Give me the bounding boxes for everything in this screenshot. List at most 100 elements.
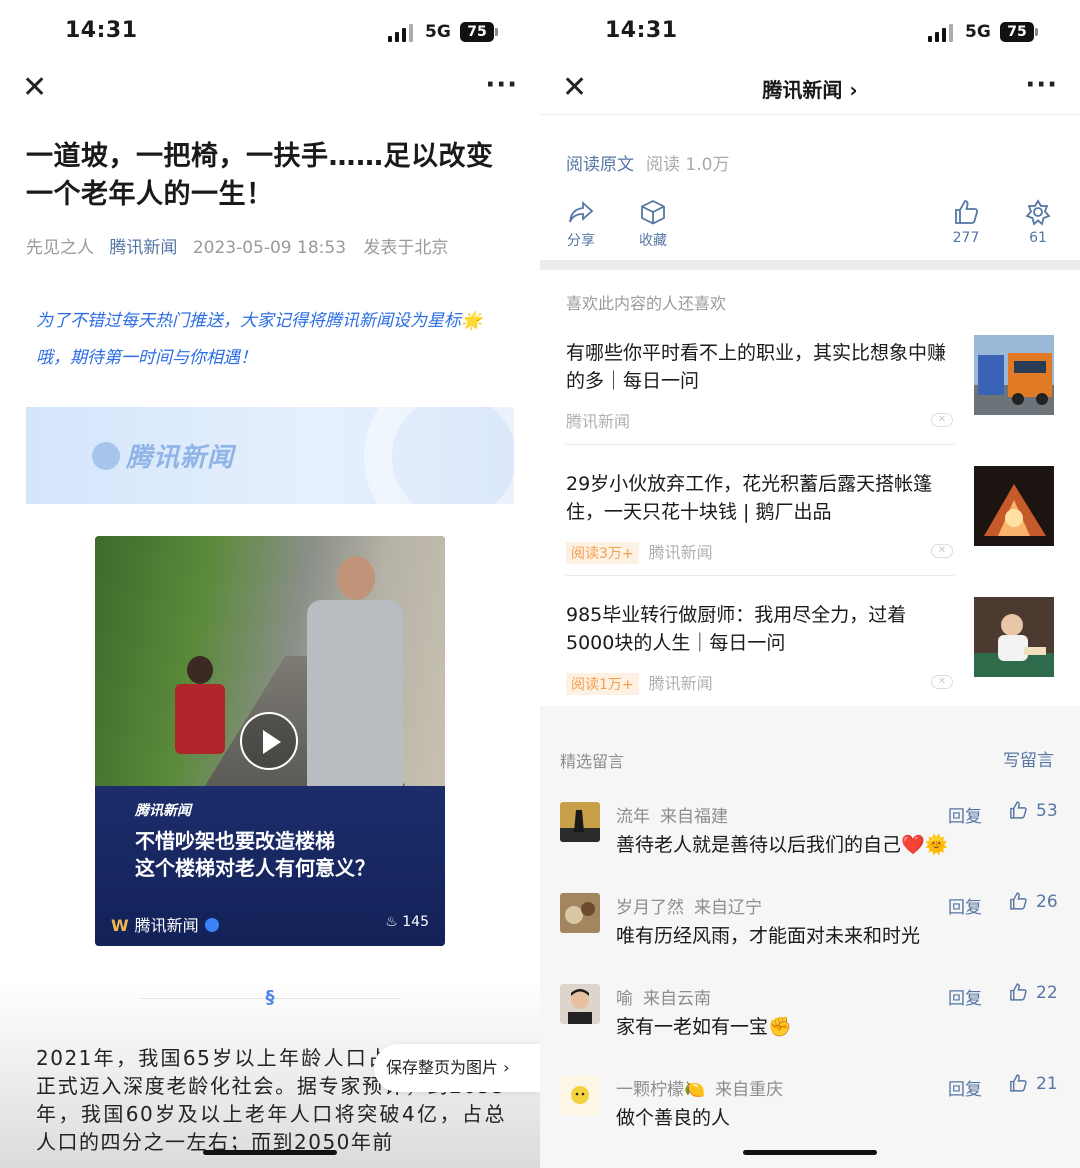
- share-button[interactable]: 分享: [551, 198, 611, 250]
- thumbs-up-icon: [1010, 983, 1027, 1001]
- video-headline: 不惜吵架也要改造楼梯 这个楼梯对老人有何意义？: [135, 829, 375, 880]
- comment-item: 岁月了然 来自辽宁 唯有历经风雨，才能面对未来和时光 回复 26: [560, 891, 1060, 973]
- tent-thumbnail: [974, 466, 1054, 546]
- author-name[interactable]: 先见之人: [26, 238, 94, 258]
- reply-button[interactable]: 回复: [948, 984, 982, 1009]
- recommend-footer: 阅读3万+ 腾讯新闻: [566, 539, 713, 564]
- publish-location: 发表于北京: [363, 238, 449, 258]
- reply-button[interactable]: 回复: [948, 802, 982, 827]
- recommend-header: 喜欢此内容的人还喜欢: [566, 294, 727, 313]
- dismiss-icon[interactable]: ✕: [931, 675, 953, 689]
- comment-item: 喻来自云南 家有一老如有一宝✊ 回复 22: [560, 982, 1060, 1064]
- comment-item: 一颗柠檬🍋 来自重庆 做个善良的人 回复 21: [560, 1073, 1060, 1155]
- battery-icon: 75: [460, 22, 498, 42]
- share-icon: [569, 200, 594, 223]
- avatar[interactable]: [560, 893, 600, 933]
- recommend-item[interactable]: 29岁小伙放弃工作，花光积蓄后露天搭帐篷住，一天只花十块钱 | 鹅厂出品 阅读3…: [566, 466, 1054, 598]
- comment-author: 流年 来自福建: [616, 807, 728, 827]
- cube-icon: [641, 199, 665, 225]
- comment-text: 家有一老如有一宝✊: [616, 1016, 792, 1038]
- recommend-footer: 腾讯新闻: [566, 412, 631, 431]
- comment-text: 善待老人就是善待以后我们的自己❤️🌞: [616, 834, 949, 856]
- read-row: 阅读原文 阅读 1.0万: [566, 150, 729, 175]
- read-tag: 阅读1万+: [566, 673, 639, 695]
- network-type: 5G: [425, 22, 451, 42]
- more-icon[interactable]: ···: [485, 70, 518, 100]
- wow-button[interactable]: 61: [1008, 198, 1068, 246]
- write-comment-button[interactable]: 写留言: [1003, 746, 1054, 771]
- more-icon[interactable]: ···: [1025, 70, 1058, 100]
- article-footer-screen: 14:31 5G 75 ✕ 腾讯新闻 › ··· 阅读原文 阅读 1.0万 分享 …: [540, 0, 1080, 1168]
- comments-header: 精选留言: [560, 752, 625, 771]
- verified-icon: [204, 918, 219, 932]
- status-time: 14:31: [605, 18, 678, 43]
- thumbs-up-icon: [1010, 1074, 1027, 1092]
- collect-button[interactable]: 收藏: [623, 198, 683, 250]
- video-source[interactable]: W 腾讯新闻: [111, 912, 219, 936]
- read-original-link[interactable]: 阅读原文: [566, 155, 634, 175]
- nav-bar: ✕ 腾讯新闻 › ···: [540, 66, 1080, 114]
- reply-button[interactable]: 回复: [948, 893, 982, 918]
- reply-button[interactable]: 回复: [948, 1075, 982, 1100]
- comment-text: 唯有历经风雨，才能面对未来和时光: [616, 925, 921, 947]
- dismiss-icon[interactable]: ✕: [931, 413, 953, 427]
- article-screen: 14:31 5G 75 ✕ ··· 一道坡，一把椅，一扶手……足以改变一个老年人…: [0, 0, 540, 1168]
- status-bar: 14:31 5G 75: [0, 0, 540, 66]
- banner-logo: 腾讯新闻: [92, 437, 234, 474]
- comment-author: 一颗柠檬🍋 来自重庆: [616, 1080, 784, 1100]
- video-logo: 腾讯新闻: [135, 803, 191, 819]
- avatar[interactable]: [560, 984, 600, 1024]
- save-as-image-button[interactable]: 保存整页为图片 ›: [374, 1044, 540, 1092]
- recommend-item[interactable]: 有哪些你平时看不上的职业，其实比想象中赚的多｜每日一问 腾讯新闻 ✕: [566, 335, 1054, 467]
- like-button[interactable]: 277: [936, 198, 996, 246]
- comment-text: 做个善良的人: [616, 1107, 731, 1129]
- thumbs-up-icon: [955, 200, 979, 224]
- nav-bar: ✕ ···: [0, 66, 540, 114]
- recommend-footer: 阅读1万+ 腾讯新闻: [566, 670, 713, 695]
- comment-like-button[interactable]: 21: [1008, 1073, 1058, 1094]
- comment-like-button[interactable]: 53: [1008, 800, 1058, 821]
- publish-datetime: 2023-05-09 18:53: [192, 238, 347, 258]
- close-icon[interactable]: ✕: [22, 73, 50, 103]
- status-time: 14:31: [65, 18, 138, 43]
- battery-icon: 75: [1000, 22, 1038, 42]
- recommend-title: 29岁小伙放弃工作，花光积蓄后露天搭帐篷住，一天只花十块钱 | 鹅厂出品: [566, 473, 933, 523]
- brand-banner: 腾讯新闻: [26, 407, 514, 504]
- dismiss-icon[interactable]: ✕: [931, 544, 953, 558]
- avatar[interactable]: [560, 1075, 600, 1115]
- status-bar: 14:31 5G 75: [540, 0, 1080, 66]
- source-link[interactable]: 腾讯新闻: [109, 238, 177, 258]
- flame-icon: ♨: [385, 914, 398, 930]
- video-card[interactable]: 腾讯新闻 不惜吵架也要改造楼梯 这个楼梯对老人有何意义？ W 腾讯新闻 ♨ 145: [95, 536, 445, 946]
- comment-author: 岁月了然 来自辽宁: [616, 898, 762, 918]
- thumbs-up-icon: [1010, 801, 1027, 819]
- comment-like-button[interactable]: 26: [1008, 891, 1058, 912]
- avatar[interactable]: [560, 802, 600, 842]
- read-count: 阅读 1.0万: [646, 155, 730, 175]
- play-icon[interactable]: [240, 712, 298, 770]
- video-hot-count: ♨ 145: [385, 914, 429, 930]
- comment-like-button[interactable]: 22: [1008, 982, 1058, 1003]
- comment-item: 流年 来自福建 善待老人就是善待以后我们的自己❤️🌞 回复 53: [560, 800, 1060, 882]
- article-meta: 先见之人 腾讯新闻 2023-05-09 18:53 发表于北京: [26, 233, 448, 258]
- nav-divider: [540, 114, 1080, 115]
- recommend-title: 有哪些你平时看不上的职业，其实比想象中赚的多｜每日一问: [566, 342, 947, 392]
- signal-icon: [388, 24, 418, 42]
- brand-w-icon: W: [111, 916, 129, 935]
- flower-icon: [1025, 199, 1051, 226]
- recommend-title: 985毕业转行做厨师：我用尽全力，过着5000块的人生｜每日一问: [566, 604, 907, 654]
- trucks-thumbnail: [974, 335, 1054, 415]
- home-indicator[interactable]: [743, 1150, 877, 1155]
- signal-icon: [928, 24, 958, 42]
- article-title: 一道坡，一把椅，一扶手……足以改变一个老年人的一生！: [26, 141, 494, 210]
- account-title[interactable]: 腾讯新闻 ›: [540, 74, 1080, 103]
- comment-author: 喻来自云南: [616, 989, 711, 1009]
- home-indicator[interactable]: [203, 1150, 337, 1155]
- banner-decoration: [364, 407, 514, 504]
- read-tag: 阅读3万+: [566, 542, 639, 564]
- star-notice: 为了不错过每天热门推送，大家记得将腾讯新闻设为星标🌟哦，期待第一时间与你相遇！: [36, 311, 483, 368]
- thumbs-up-icon: [1010, 892, 1027, 910]
- tencent-news-logo-icon: [92, 442, 120, 470]
- recommend-divider: [566, 444, 954, 445]
- network-type: 5G: [965, 22, 991, 42]
